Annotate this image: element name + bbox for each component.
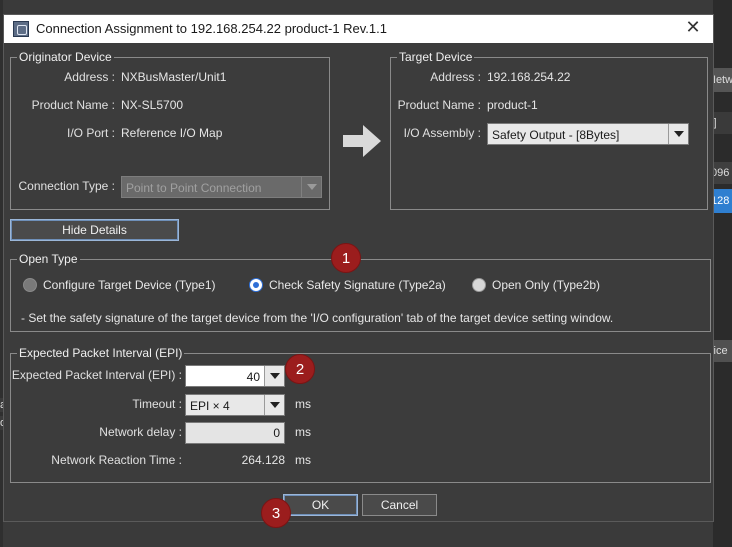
originator-product-name-value: NX-SL5700: [121, 98, 184, 112]
dialog-titlebar[interactable]: Connection Assignment to 192.168.254.22 …: [4, 15, 713, 43]
network-reaction-time-value: 264.128: [241, 453, 285, 467]
originator-device-legend: Originator Device: [17, 50, 114, 64]
open-type-legend: Open Type: [17, 252, 80, 266]
step-badge-2: 2: [285, 354, 315, 384]
target-device-legend: Target Device: [397, 50, 475, 64]
connection-type-select[interactable]: Point to Point Connection: [121, 176, 322, 198]
radio-check-safety-signature[interactable]: Check Safety Signature (Type2a): [249, 278, 449, 294]
network-delay-unit: ms: [295, 425, 311, 439]
step-badge-3: 3: [261, 498, 291, 528]
epi-value: 40: [246, 370, 260, 384]
originator-address-value: NXBusMaster/Unit1: [121, 70, 227, 84]
chevron-down-icon: [264, 395, 284, 415]
io-assembly-select[interactable]: Safety Output - [8Bytes]: [487, 123, 689, 145]
connection-type-label: Connection Type :: [18, 179, 115, 193]
timeout-value: EPI × 4: [190, 399, 230, 413]
arrow-right-icon: [343, 125, 381, 157]
io-assembly-value: Safety Output - [8Bytes]: [492, 128, 620, 142]
close-icon[interactable]: ✕: [681, 17, 705, 38]
epi-group: Expected Packet Interval (EPI) Expected …: [10, 346, 711, 483]
connection-assignment-dialog: Connection Assignment to 192.168.254.22 …: [3, 14, 714, 522]
chevron-down-icon: [301, 177, 321, 197]
connection-type-value: Point to Point Connection: [126, 181, 262, 195]
network-delay-label: Network delay :: [99, 425, 182, 439]
app-icon: [13, 21, 29, 37]
timeout-unit: ms: [295, 397, 311, 411]
originator-io-port-label: I/O Port :: [66, 126, 115, 140]
radio-button-icon: [23, 278, 37, 292]
radio-button-icon: [472, 278, 486, 292]
cancel-button[interactable]: Cancel: [362, 494, 437, 516]
radio-open-only[interactable]: Open Only (Type2b): [472, 278, 612, 294]
epi-label: Expected Packet Interval (EPI) :: [11, 368, 182, 382]
epi-select[interactable]: 40: [185, 365, 285, 387]
network-delay-input[interactable]: 0: [185, 422, 285, 444]
chevron-down-icon: [264, 366, 284, 386]
originator-address-label: Address :: [64, 70, 115, 84]
open-type-group: Open Type Configure Target Device (Type1…: [10, 252, 711, 332]
dialog-title: Connection Assignment to 192.168.254.22 …: [36, 21, 387, 36]
target-device-group: Target Device Address : 192.168.254.22 P…: [390, 50, 708, 210]
radio-label: Open Only (Type2b): [492, 278, 601, 292]
epi-legend: Expected Packet Interval (EPI): [17, 346, 185, 360]
timeout-select[interactable]: EPI × 4: [185, 394, 285, 416]
open-type-note: - Set the safety signature of the target…: [21, 311, 614, 325]
originator-device-group: Originator Device Address : NXBusMaster/…: [10, 50, 330, 210]
network-reaction-time-unit: ms: [295, 453, 311, 467]
ok-button[interactable]: OK: [283, 494, 358, 516]
radio-configure-target-device[interactable]: Configure Target Device (Type1): [23, 278, 228, 294]
target-product-name-value: product-1: [487, 98, 538, 112]
radio-label: Check Safety Signature (Type2a): [269, 278, 446, 292]
target-address-label: Address :: [430, 70, 481, 84]
radio-label: Configure Target Device (Type1): [43, 278, 216, 292]
timeout-label: Timeout :: [132, 397, 182, 411]
target-address-value: 192.168.254.22: [487, 70, 571, 84]
step-badge-1: 1: [331, 243, 361, 273]
network-reaction-time-label: Network Reaction Time :: [51, 453, 182, 467]
originator-product-name-label: Product Name :: [31, 98, 115, 112]
io-assembly-label: I/O Assembly :: [403, 126, 481, 140]
chevron-down-icon: [668, 124, 688, 144]
radio-button-selected-icon: [249, 278, 263, 292]
originator-io-port-value: Reference I/O Map: [121, 126, 223, 140]
target-product-name-label: Product Name :: [397, 98, 481, 112]
hide-details-button[interactable]: Hide Details: [10, 219, 179, 241]
